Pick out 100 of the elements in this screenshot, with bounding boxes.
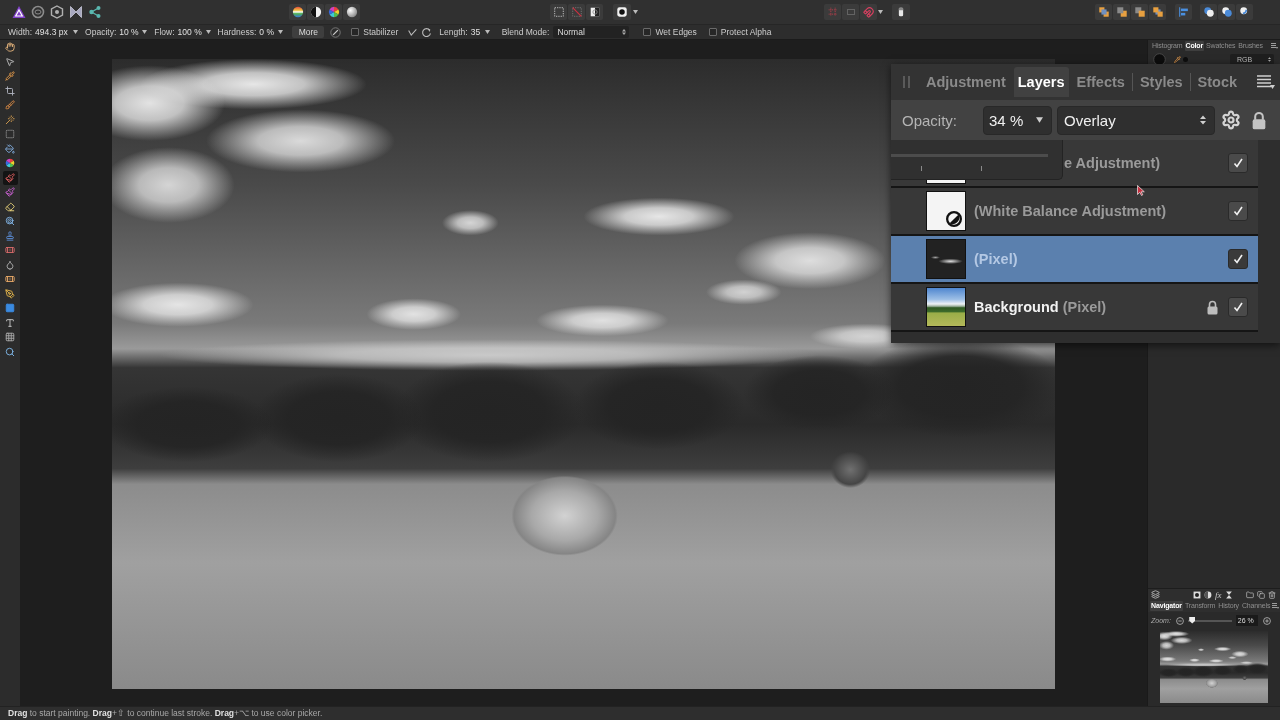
slider-thumb[interactable] bbox=[1189, 616, 1196, 624]
tool-button[interactable] bbox=[2, 83, 18, 98]
overlapping-circles-icon bbox=[1220, 6, 1233, 18]
layer-row[interactable]: (White Balance Adjustment) bbox=[891, 188, 1258, 236]
circle-in-square-icon bbox=[616, 6, 628, 18]
visibility-checkbox[interactable] bbox=[1228, 297, 1248, 317]
triangle-logo-icon[interactable] bbox=[12, 5, 26, 19]
toolbar-button[interactable] bbox=[325, 4, 342, 20]
value-field[interactable]: 0 % bbox=[259, 26, 277, 38]
grip-icon bbox=[903, 76, 910, 88]
droplet-icon bbox=[5, 259, 15, 270]
field-label: Flow: bbox=[154, 26, 175, 38]
caret-icon[interactable] bbox=[278, 30, 284, 34]
folder-icon[interactable] bbox=[1246, 590, 1254, 599]
bowtie-icon[interactable] bbox=[69, 5, 83, 19]
checkbox-label: Stabilizer bbox=[363, 26, 399, 38]
pipette-icon[interactable] bbox=[1174, 55, 1181, 63]
tool-button[interactable] bbox=[2, 40, 18, 55]
tool-button[interactable] bbox=[2, 141, 18, 156]
panel-tab[interactable]: Effects bbox=[1072, 67, 1129, 97]
caret-icon[interactable] bbox=[633, 10, 638, 14]
layer-name: e Adjustment) bbox=[1064, 155, 1161, 171]
panel-tab[interactable]: Layers bbox=[1013, 67, 1069, 97]
caret-icon[interactable] bbox=[142, 30, 148, 34]
slashed-circle-icon[interactable] bbox=[330, 26, 342, 38]
field-label: Width: bbox=[8, 26, 33, 38]
layer-row[interactable]: Background (Pixel) bbox=[891, 284, 1258, 332]
color-wheel-icon bbox=[327, 6, 340, 18]
menu-icon[interactable] bbox=[1257, 75, 1275, 89]
option-checkbox[interactable] bbox=[708, 28, 717, 36]
blend-mode-dropdown[interactable]: Normal bbox=[553, 26, 630, 38]
circle-arrow-icon[interactable] bbox=[421, 26, 433, 38]
menu-icon[interactable] bbox=[1272, 603, 1280, 609]
hexagon-icon[interactable] bbox=[50, 5, 64, 19]
stabilizer-checkbox[interactable] bbox=[351, 28, 360, 36]
mask-icon[interactable] bbox=[1193, 590, 1201, 599]
value-field[interactable]: 35 bbox=[470, 26, 483, 38]
panel-tab[interactable]: Styles bbox=[1135, 67, 1187, 97]
text-tool-icon bbox=[5, 317, 15, 328]
bandage-icon bbox=[5, 274, 15, 285]
color-swatch-icon[interactable] bbox=[1153, 52, 1166, 66]
slashed-square-icon bbox=[570, 6, 583, 18]
tick-icon bbox=[1232, 253, 1244, 265]
tool-button[interactable] bbox=[2, 170, 18, 185]
dashed-square-icon bbox=[5, 129, 15, 140]
value-field[interactable]: 494.3 px bbox=[35, 26, 72, 38]
checkbox-label: Protect Alpha bbox=[720, 26, 772, 38]
tool-button[interactable] bbox=[2, 286, 18, 301]
tick-icon bbox=[1232, 301, 1244, 313]
caret-icon[interactable] bbox=[484, 30, 490, 34]
grid-icon bbox=[5, 332, 15, 343]
caret-icon[interactable] bbox=[205, 30, 211, 34]
visibility-checkbox[interactable] bbox=[1228, 153, 1248, 173]
trash-icon[interactable] bbox=[1268, 590, 1276, 599]
toolbar-button[interactable] bbox=[1236, 4, 1253, 20]
plus-circle-icon[interactable] bbox=[1262, 616, 1271, 625]
settings-icon[interactable] bbox=[1221, 110, 1242, 130]
tool-button[interactable] bbox=[2, 69, 18, 84]
up-down-arrows-icon bbox=[1268, 56, 1271, 62]
share-icon[interactable] bbox=[88, 5, 102, 19]
visibility-checkbox[interactable] bbox=[1228, 201, 1248, 221]
layers-icon[interactable] bbox=[1151, 590, 1160, 599]
opacity-label: Opacity: bbox=[902, 111, 958, 129]
copy-icon[interactable] bbox=[1257, 590, 1265, 599]
square-icon bbox=[5, 303, 15, 314]
more-button[interactable]: More bbox=[292, 26, 325, 38]
toolbar-button[interactable] bbox=[1200, 4, 1217, 20]
striped-circle-icon bbox=[291, 6, 304, 18]
toolbar-button[interactable] bbox=[586, 4, 603, 20]
option-checkbox[interactable] bbox=[643, 28, 652, 36]
caret-icon[interactable] bbox=[73, 30, 79, 34]
blend-mode-dropdown[interactable]: Overlay bbox=[1057, 105, 1216, 135]
toolbar-button[interactable] bbox=[289, 4, 306, 20]
visibility-checkbox[interactable] bbox=[1228, 249, 1248, 269]
toolbar-button[interactable] bbox=[307, 4, 324, 20]
toolbar-button[interactable] bbox=[343, 4, 360, 20]
stacked-squares-icon bbox=[1151, 6, 1164, 18]
minus-circle-icon[interactable] bbox=[1175, 616, 1184, 625]
opacity-dropdown[interactable]: 34 % bbox=[983, 105, 1053, 135]
value-field[interactable]: 10 % bbox=[119, 26, 141, 38]
panel-tab[interactable]: Adjustment bbox=[922, 67, 1010, 97]
caret-icon[interactable] bbox=[1036, 117, 1044, 123]
toolbar-button[interactable] bbox=[1218, 4, 1235, 20]
dashed-square-icon bbox=[552, 6, 565, 18]
toolbar-button[interactable] bbox=[613, 4, 631, 20]
panel-tab[interactable]: Stock bbox=[1193, 67, 1242, 97]
lollipop-icon bbox=[5, 216, 15, 227]
ring-icon[interactable] bbox=[31, 5, 45, 19]
v-stroke-icon[interactable] bbox=[408, 27, 418, 37]
tick-mark bbox=[921, 166, 922, 171]
toolbar-button[interactable] bbox=[892, 4, 910, 20]
bandage-icon bbox=[5, 245, 15, 256]
value-field[interactable]: 100 % bbox=[177, 26, 204, 38]
fx-button[interactable]: fx bbox=[1215, 589, 1222, 600]
brush-icon bbox=[5, 100, 15, 111]
stacked-squares-icon bbox=[1133, 6, 1146, 18]
caret-icon[interactable] bbox=[878, 10, 883, 14]
menu-icon[interactable] bbox=[1271, 43, 1278, 49]
half-circle-icon[interactable] bbox=[1204, 590, 1212, 599]
field-label: Opacity: bbox=[85, 26, 117, 38]
